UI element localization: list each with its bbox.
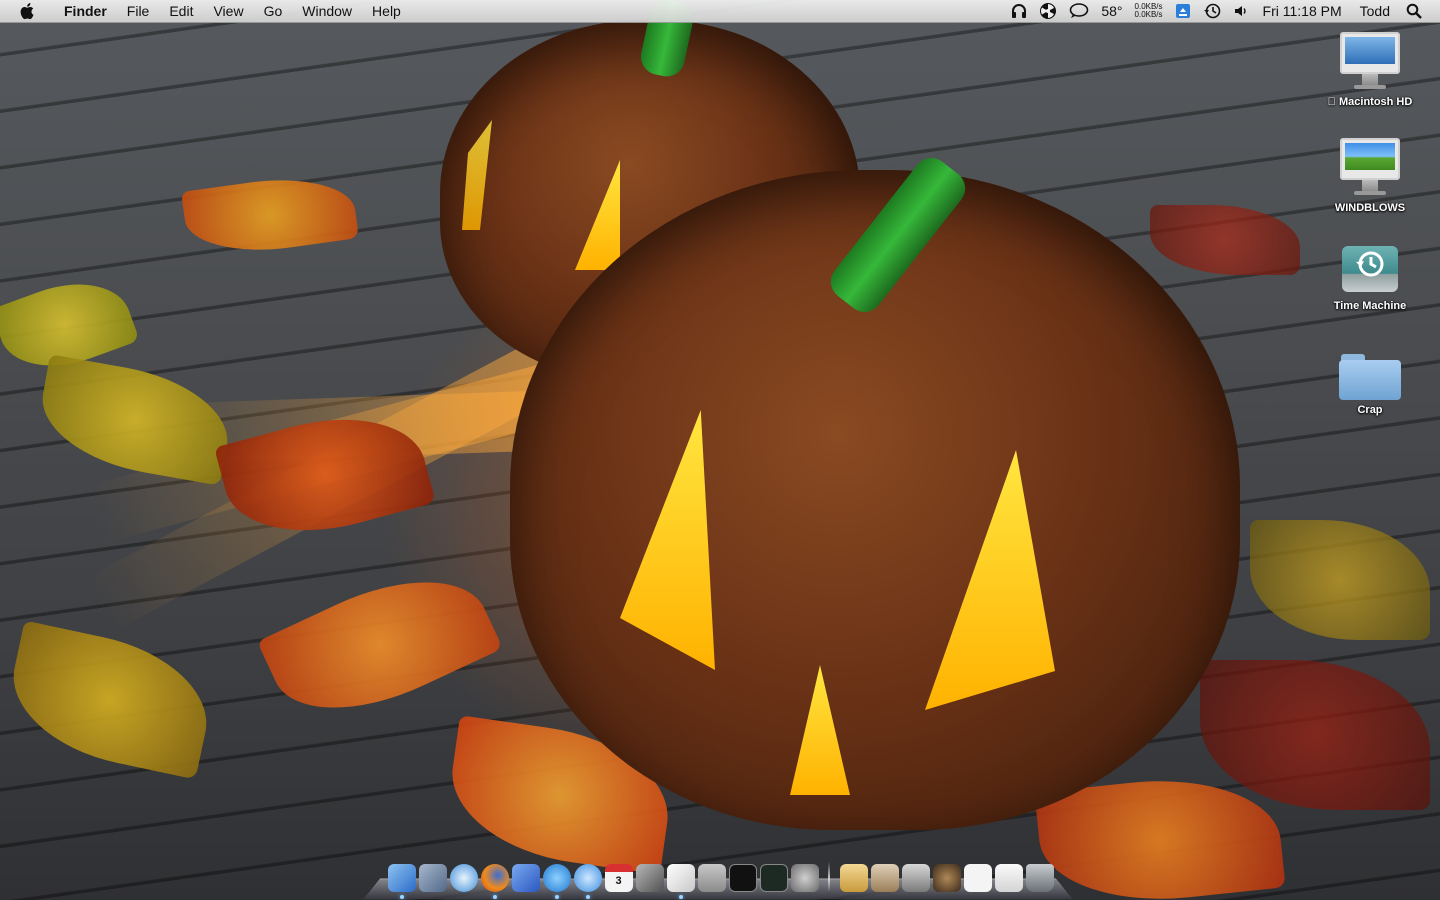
desktop-icon-label: Time Machine [1333, 300, 1407, 312]
dock-finder-icon[interactable] [387, 864, 416, 899]
menu-go[interactable]: Go [254, 0, 293, 22]
dock-ichat-icon[interactable] [542, 864, 571, 899]
menu-user-name[interactable]: Todd [1360, 0, 1390, 22]
dock-documents-stack-icon[interactable] [839, 864, 868, 892]
dock-trash-icon[interactable] [1025, 864, 1054, 892]
menu-bar: Finder File Edit View Go Window Help 58°… [0, 0, 1440, 23]
dock-ical-icon[interactable]: 3 [604, 864, 633, 892]
desktop-icon-macintosh-hd[interactable]:  Macintosh HD [1315, 32, 1425, 108]
dropbox-status-icon[interactable] [1175, 0, 1191, 22]
network-speed-meter[interactable]: 0.0KB/s 0.0KB/s [1135, 3, 1163, 19]
menu-clock[interactable]: Fri 11:18 PM [1263, 0, 1342, 22]
dock-file-stack-icon[interactable] [963, 864, 992, 892]
dock-downloads-stack-icon[interactable] [901, 864, 930, 892]
apple-logo-icon:  [1328, 96, 1336, 108]
dock-mail-icon[interactable] [418, 864, 447, 892]
menu-window[interactable]: Window [292, 0, 362, 22]
time-machine-menu-icon[interactable] [1203, 0, 1221, 22]
dock-iphoto-icon[interactable] [635, 864, 664, 892]
folder-icon [1339, 350, 1401, 400]
dock-terminal-icon[interactable] [728, 864, 757, 892]
menu-help[interactable]: Help [362, 0, 411, 22]
desktop-icon-windblows[interactable]: WINDBLOWS [1315, 138, 1425, 214]
dock-safari-icon[interactable] [449, 864, 478, 892]
weather-temperature[interactable]: 58° [1101, 0, 1122, 22]
radiation-icon[interactable] [1039, 0, 1057, 22]
dock-xcode-icon[interactable] [511, 864, 540, 892]
wallpaper-leaf [180, 168, 360, 262]
dock-document-stack-icon[interactable] [994, 864, 1023, 892]
desktop-icon-label:  Macintosh HD [1328, 96, 1413, 108]
wallpaper-leaf [1200, 660, 1430, 810]
wallpaper-leaf [1250, 520, 1430, 640]
apple-menu-icon[interactable] [18, 0, 38, 22]
dock-textedit-icon[interactable] [666, 864, 695, 899]
wallpaper-leaf [0, 620, 221, 780]
dock-calculator-icon[interactable] [697, 864, 726, 892]
dock-system-preferences-icon[interactable] [790, 864, 819, 892]
menu-edit[interactable]: Edit [159, 0, 203, 22]
wallpaper-leaf [32, 354, 238, 486]
menu-file[interactable]: File [117, 0, 160, 22]
chat-bubble-icon[interactable] [1069, 0, 1089, 22]
volume-icon[interactable] [1233, 0, 1249, 22]
menu-app-name[interactable]: Finder [54, 0, 117, 22]
menu-view[interactable]: View [203, 0, 253, 22]
dock-itunes-icon[interactable] [573, 864, 602, 899]
desktop-wallpaper [0, 0, 1440, 900]
time-machine-drive-icon [1342, 240, 1398, 296]
dock-firefox-icon[interactable] [480, 864, 509, 899]
imac-icon [1338, 32, 1402, 92]
ical-day-number: 3 [615, 875, 622, 887]
imac-windows-icon [1338, 138, 1402, 198]
net-download-speed: 0.0KB/s [1134, 10, 1163, 19]
dock: 3 [363, 854, 1073, 900]
desktop-icon-crap[interactable]: Crap [1315, 350, 1425, 416]
dock-activity-monitor-icon[interactable] [759, 864, 788, 892]
dock-separator [828, 862, 830, 892]
spotlight-search-icon[interactable] [1406, 0, 1422, 22]
desktop-icon-label: WINDBLOWS [1334, 202, 1406, 214]
desktop-icon-label: Crap [1357, 404, 1383, 416]
dock-pictures-stack-icon[interactable] [932, 864, 961, 892]
desktop-icon-time-machine[interactable]: Time Machine [1315, 240, 1425, 312]
dock-applications-stack-icon[interactable] [870, 864, 899, 892]
headphones-icon[interactable] [1011, 0, 1027, 22]
wallpaper-leaf [1150, 205, 1300, 275]
